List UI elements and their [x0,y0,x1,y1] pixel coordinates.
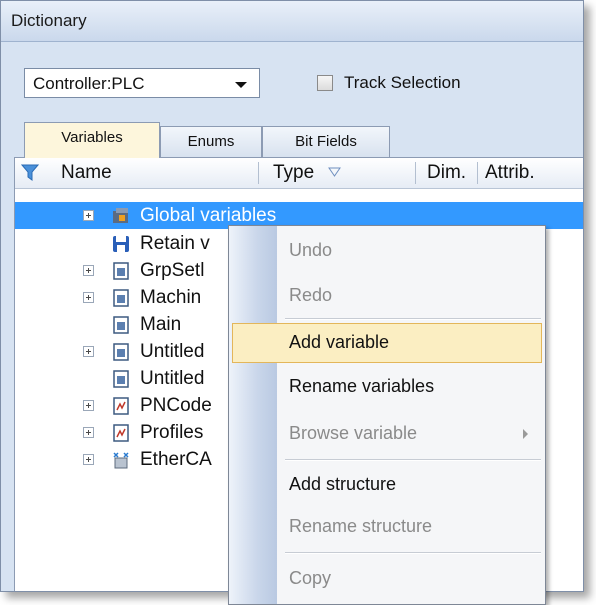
tree-row-label: Untitled [140,368,205,389]
expand-icon[interactable] [83,346,94,357]
tab-bit-fields[interactable]: Bit Fields [262,126,390,157]
tree-row-label: Main [140,314,182,335]
menu-item-rename-structure[interactable]: Rename structure [232,507,542,547]
menu-item-label: Rename structure [289,516,433,536]
track-selection-checkbox[interactable] [317,75,333,91]
expand-icon[interactable] [83,210,94,221]
menu-separator [285,318,541,320]
chevron-down-icon[interactable] [235,82,247,88]
menu-item-rename-variables[interactable]: Rename variables [232,367,542,407]
controller-select-value: Controller:PLC [33,74,145,93]
column-header-type[interactable]: Type [273,162,314,184]
menu-item-redo[interactable]: Redo [232,276,542,316]
chevron-right-icon [523,429,528,439]
menu-item-label: Redo [289,285,333,305]
tree-row-label: PNCode [140,395,212,416]
column-divider[interactable] [477,162,478,184]
column-divider[interactable] [415,162,416,184]
menu-item-undo[interactable]: Undo [232,231,542,271]
context-menu: Undo Redo Add variable Rename variables … [228,225,546,605]
column-header-row: Name Type Dim. Attrib. [15,158,583,189]
menu-item-copy[interactable]: Copy [232,559,542,599]
menu-item-label: Add structure [289,474,397,494]
menu-item-label: Rename variables [289,376,435,396]
expand-icon[interactable] [83,454,94,465]
column-header-dim[interactable]: Dim. [427,162,466,184]
column-divider[interactable] [258,162,259,184]
group-icon [113,370,129,388]
menu-item-label: Undo [289,240,333,260]
column-header-attrib[interactable]: Attrib. [485,162,535,184]
expand-icon[interactable] [83,265,94,276]
tree-row-label: Profiles [140,422,204,443]
menu-item-label: Browse variable [289,423,418,443]
filter-icon[interactable] [21,164,39,182]
menu-item-label: Copy [289,568,332,588]
tree-row-label: Untitled [140,341,205,362]
group-icon [113,289,129,307]
tree-row-label: GrpSetl [140,260,205,281]
menu-item-browse-variable[interactable]: Browse variable [232,414,542,454]
sort-descending-icon [328,167,341,177]
tab-enums[interactable]: Enums [160,126,262,157]
expand-icon[interactable] [83,400,94,411]
panel-title: Dictionary [11,11,87,30]
controller-select[interactable]: Controller:PLC [24,68,260,98]
panel-titlebar: Dictionary [1,1,583,42]
toolbar: Controller:PLC Track Selection [1,42,583,122]
column-header-name[interactable]: Name [61,162,112,184]
tree-row-label: Global variables [140,205,277,226]
expand-icon[interactable] [83,427,94,438]
group-icon [113,343,129,361]
tree-row-label: EtherCA [140,449,212,470]
tree-row-label: Machin [140,287,202,308]
program-icon [113,424,129,442]
menu-separator [285,552,541,554]
ethercat-icon [113,452,129,469]
tree-row-label: Retain v [140,233,210,254]
menu-item-add-variable[interactable]: Add variable [232,323,542,363]
group-icon [113,262,129,280]
expand-icon[interactable] [83,292,94,303]
program-icon [113,397,129,415]
track-selection-label: Track Selection [344,73,461,92]
retain-icon [113,236,129,252]
group-icon [113,316,129,334]
menu-item-add-structure[interactable]: Add structure [232,465,542,505]
global-variables-icon [113,208,128,223]
menu-item-label: Add variable [289,332,390,352]
menu-separator [285,459,541,461]
tab-variables[interactable]: Variables [24,122,160,158]
